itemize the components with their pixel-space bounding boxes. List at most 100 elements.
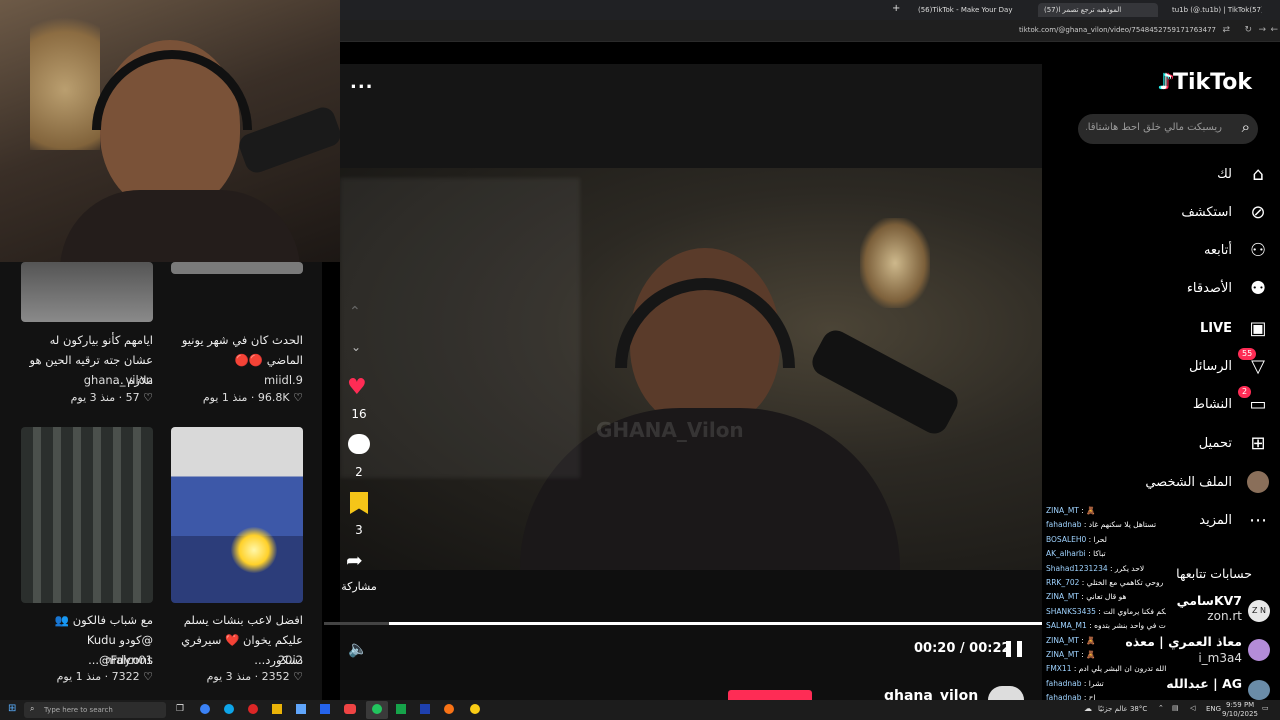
chrome-icon[interactable] <box>470 704 480 714</box>
language-indicator[interactable]: ENG <box>1206 705 1221 713</box>
browser-tab-bar: + (56)TikTok - Make Your Day (57)الموذهب… <box>340 0 1280 20</box>
forward-icon[interactable]: → <box>1258 25 1266 35</box>
nav-label: الرسائل <box>1188 358 1232 374</box>
chat-text: مودات في واحد بنشر بتدوه <box>1094 621 1166 631</box>
following-account-handle[interactable]: zon.rt <box>1207 609 1242 623</box>
tiktok-logo[interactable]: ♪TikTok <box>1159 70 1252 95</box>
following-account-name[interactable]: KV7سامي <box>1177 593 1242 608</box>
windows-taskbar: ⊞ ⌕ Type here to search ❐ ☁ 38°C عالم جز… <box>0 700 1280 720</box>
tab-label: tu1b (@.tu1b) | TikTok(57) <box>1172 6 1262 14</box>
search-icon[interactable]: ⌕ <box>1242 118 1250 136</box>
video-thumbnail[interactable] <box>171 427 303 603</box>
steam-icon[interactable] <box>420 704 430 714</box>
logo-text: TikTok <box>1172 70 1252 95</box>
clock-date[interactable]: 9/10/2025 <box>1222 710 1258 718</box>
following-account-name[interactable]: AG | عبدالله <box>1166 676 1242 691</box>
nav-item-following[interactable]: ⚇ أتابعه <box>1204 238 1270 262</box>
browser-tab[interactable]: (56)TikTok - Make Your Day <box>912 3 1028 17</box>
file-explorer-icon[interactable] <box>272 704 282 714</box>
app-icon[interactable] <box>248 704 258 714</box>
video-age: منذ 3 يوم <box>70 391 116 404</box>
tray-chevron-icon[interactable]: ⌃ <box>1158 704 1164 712</box>
following-avatar[interactable]: Z N <box>1248 600 1270 622</box>
comment-icon[interactable] <box>348 434 370 454</box>
browser-tab[interactable]: tu1b (@.tu1b) | TikTok(57) <box>1166 3 1262 17</box>
nav-item-inbox[interactable]: ▽ 55 الرسائل <box>1188 348 1270 378</box>
chat-message: SHANKS3435 : علي رايكم فكنا يرماوي الت <box>1046 605 1166 619</box>
search-box[interactable]: ريسبكت مالي خلق احط هاشتاقا... ⌕ <box>1078 114 1258 144</box>
taskbar-search[interactable]: ⌕ Type here to search <box>24 702 166 718</box>
app-icon[interactable] <box>396 704 406 714</box>
more-options-icon[interactable]: ... <box>350 72 374 93</box>
chat-message: fahadnab : تشرا <box>1046 677 1166 691</box>
video-thumbnail[interactable] <box>21 427 153 603</box>
back-icon[interactable]: ← <box>1270 25 1278 35</box>
chat-text: اح <box>1088 693 1096 700</box>
author-name[interactable]: ghana_vilon <box>884 688 978 700</box>
chevron-up-icon[interactable]: ⌃ <box>349 304 361 320</box>
browser-tab-active[interactable]: (57)الموذهبه ترجع تصمر ا <box>1038 3 1158 17</box>
weather-icon[interactable]: ☁ <box>1084 704 1092 713</box>
youtube-icon[interactable] <box>344 704 356 714</box>
weather-text[interactable]: 38°C عالم جزئيًا <box>1098 705 1147 713</box>
video-thumbnail[interactable] <box>21 262 153 322</box>
share-label[interactable]: مشاركة <box>336 580 382 593</box>
video-author[interactable]: ghana_vilon <box>21 373 153 387</box>
volume-icon[interactable]: 🔈 <box>348 639 368 658</box>
like-count: 16 <box>351 407 367 421</box>
clock-time[interactable]: 9:59 PM <box>1226 701 1254 709</box>
mail-icon[interactable] <box>320 704 330 714</box>
share-arrow-icon[interactable]: ➦ <box>346 548 363 572</box>
chat-separator: : <box>1107 563 1115 573</box>
taskbar-search-input[interactable]: Type here to search <box>44 706 113 714</box>
compass-icon: ⊘ <box>1250 201 1266 223</box>
video-author[interactable]: 20i2 <box>171 653 303 667</box>
app-icon[interactable] <box>444 704 454 714</box>
nav-item-explore[interactable]: ⊘ استكشف <box>1181 200 1270 224</box>
nav-item-live[interactable]: ▣ LIVE <box>1200 316 1270 340</box>
nav-item-profile[interactable]: الملف الشخصي <box>1145 470 1270 494</box>
network-icon[interactable]: ▤ <box>1172 704 1179 712</box>
chevron-down-icon[interactable]: ⌄ <box>351 340 361 354</box>
following-account-handle[interactable]: i_m3a4 <box>1198 651 1242 665</box>
following-avatar[interactable] <box>1248 639 1270 661</box>
volume-icon[interactable]: ◁ <box>1190 704 1195 712</box>
follow-button[interactable] <box>728 690 812 700</box>
progress-track[interactable] <box>324 622 1042 625</box>
nav-item-more[interactable]: ⋯ المزيد <box>1199 508 1270 532</box>
chat-separator: : <box>1081 678 1089 688</box>
video-title[interactable]: الحدث كان في شهر يونيو الماضي 🔴🔴 <box>171 330 303 370</box>
translate-icon[interactable]: ⇄ <box>1222 25 1230 35</box>
video-author[interactable]: miidl.9 <box>171 373 303 387</box>
notification-icon[interactable]: ▭ <box>1262 704 1269 712</box>
microphone <box>807 325 963 439</box>
nav-label: أتابعه <box>1203 242 1232 258</box>
nav-item-activity[interactable]: ▭ 2 النشاط <box>1193 386 1270 416</box>
new-tab-icon[interactable]: + <box>892 3 900 14</box>
url-text[interactable]: tiktok.com/@ghana_vilon/video/7548452759… <box>1019 26 1216 34</box>
search-input[interactable]: ريسبكت مالي خلق احط هاشتاقا... <box>1086 122 1222 133</box>
chat-text: علي رايكم فكنا يرماوي الت <box>1103 606 1166 616</box>
video-frame[interactable]: GHANA_Vilon <box>340 168 1042 570</box>
following-avatar[interactable] <box>1248 680 1270 700</box>
app-icon[interactable] <box>200 704 210 714</box>
store-icon[interactable] <box>296 704 306 714</box>
pause-icon[interactable] <box>1006 641 1022 657</box>
video-thumbnail[interactable] <box>171 262 303 274</box>
edge-icon[interactable] <box>224 704 234 714</box>
chat-message: AK_alharbi : تباكا <box>1046 547 1166 561</box>
task-view-icon[interactable]: ❐ <box>176 704 184 714</box>
author-avatar[interactable] <box>988 686 1024 700</box>
chat-username: AK_alharbi <box>1046 549 1086 559</box>
nav-item-upload[interactable]: ⊞ تحميل <box>1199 431 1270 455</box>
chrome-icon[interactable] <box>372 704 382 714</box>
nav-item-home[interactable]: ⌂ لك <box>1217 162 1270 186</box>
refresh-icon[interactable]: ↻ <box>1244 25 1252 35</box>
video-author[interactable]: nrdyn01 <box>21 653 153 667</box>
nav-label: LIVE <box>1199 320 1232 336</box>
nav-item-friends[interactable]: ⚉ الأصدقاء <box>1187 276 1270 300</box>
search-icon: ⌕ <box>30 704 35 713</box>
address-bar[interactable]: tiktok.com/@ghana_vilon/video/7548452759… <box>340 20 1280 42</box>
windows-start-icon[interactable]: ⊞ <box>8 703 16 714</box>
like-heart-icon[interactable]: ♥ <box>347 375 367 400</box>
